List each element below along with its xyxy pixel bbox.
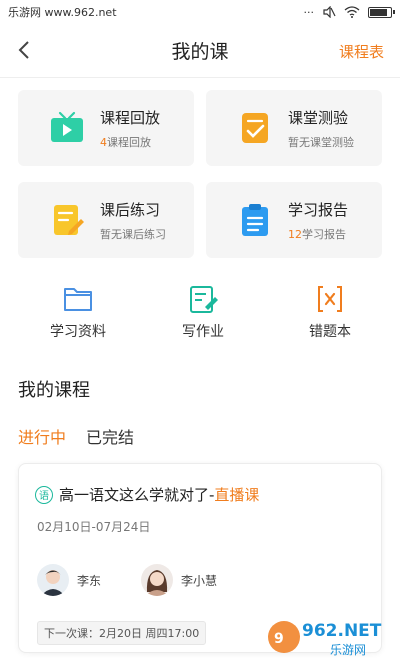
shortcut-label: 错题本 [309, 324, 351, 340]
site-watermark-logo: 9 962.NET 乐游网 [268, 621, 382, 657]
signal-dots-icon: ··· [303, 5, 315, 19]
watermark-sub: 乐游网 [330, 643, 366, 657]
card-subtitle: 12学习报告 [288, 226, 348, 242]
section-title: 我的课程 [18, 380, 90, 401]
card-title: 课程回放 [100, 108, 161, 127]
feature-grid: 课程回放 4课程回放 课堂测验 暂无课堂测验 课后练习 暂无课后练习 学习报告 … [18, 90, 382, 258]
teacher-item: 李东 [37, 564, 101, 596]
status-left: 乐游网 www.962.net [8, 4, 117, 20]
report-icon [242, 204, 268, 236]
status-bar: 乐游网 www.962.net ··· [0, 0, 400, 24]
teacher-name: 李小慧 [181, 573, 218, 588]
tv-icon [51, 111, 83, 142]
tab-in-progress[interactable]: 进行中 [18, 424, 66, 448]
shortcut-label: 写作业 [182, 324, 224, 340]
shortcut-study-materials[interactable]: 学习资料 [38, 284, 118, 341]
card-subtitle-text: 暂无课后练习 [100, 227, 166, 241]
card-subtitle: 暂无课后练习 [100, 226, 166, 242]
nav-bar: 我的课 课程表 [0, 24, 400, 78]
svg-text:9: 9 [274, 631, 284, 647]
course-header: 语 高一语文这么学就对了- 直播课 [35, 484, 259, 505]
card-subtitle-text: 暂无课堂测验 [288, 135, 354, 149]
schedule-link[interactable]: 课程表 [339, 41, 384, 62]
card-title: 学习报告 [288, 200, 349, 219]
shortcut-mistake-book[interactable]: 错题本 [290, 284, 370, 341]
back-arrow-icon[interactable] [14, 39, 36, 61]
shortcut-row: 学习资料 写作业 错题本 [0, 284, 400, 344]
mistake-book-icon [318, 286, 342, 312]
card-class-quiz[interactable]: 课堂测验 暂无课堂测验 [206, 90, 382, 166]
practice-icon [54, 205, 84, 235]
card-subtitle: 4课程回放 [100, 134, 160, 150]
page-title: 我的课 [171, 41, 229, 63]
quiz-icon [242, 113, 268, 143]
card-count: 4 [100, 135, 107, 149]
card-subtitle-text: 课程回放 [107, 135, 151, 149]
status-watermark-text: 乐游网 www.962.net [8, 6, 117, 19]
wifi-icon [344, 6, 360, 18]
teacher-avatar [141, 564, 173, 596]
homework-icon [190, 286, 218, 313]
shortcut-label: 学习资料 [50, 324, 106, 340]
card-practice[interactable]: 课后练习 暂无课后练习 [18, 182, 194, 258]
battery-icon [368, 6, 395, 18]
card-course-replay[interactable]: 课程回放 4课程回放 [18, 90, 194, 166]
tab-completed[interactable]: 已完结 [86, 424, 134, 448]
card-title: 课堂测验 [288, 108, 349, 127]
teacher-item: 李小慧 [141, 564, 217, 596]
status-right: ··· [303, 5, 395, 19]
card-count: 12 [288, 227, 302, 241]
card-title: 课后练习 [100, 200, 161, 219]
course-title: 高一语文这么学就对了- [59, 486, 215, 504]
shortcut-homework[interactable]: 写作业 [163, 284, 243, 341]
folder-icon [64, 288, 92, 311]
subject-badge: 语 [35, 485, 53, 504]
teacher-avatar [37, 564, 69, 596]
watermark-brand: 962.NET [302, 621, 382, 641]
card-study-report[interactable]: 学习报告 12学习报告 [206, 182, 382, 258]
card-subtitle-text: 学习报告 [302, 227, 346, 241]
teacher-name: 李东 [77, 573, 102, 588]
next-lesson-badge: 下一次课：2月20日 周四17:00 [37, 621, 207, 645]
card-subtitle: 暂无课堂测验 [288, 134, 354, 150]
course-dates: 02月10日-07月24日 [37, 520, 151, 534]
mute-icon [323, 6, 336, 18]
course-tabs: 进行中 已完结 [18, 424, 134, 448]
course-type-tag: 直播课 [214, 486, 260, 504]
